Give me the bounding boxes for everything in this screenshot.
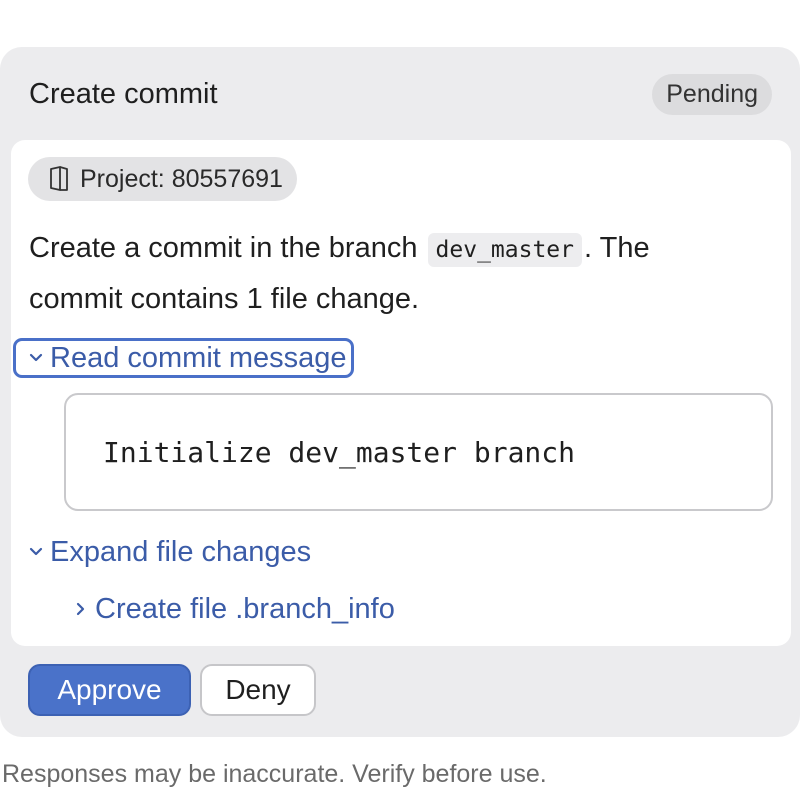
chevron-down-icon — [29, 547, 43, 556]
commit-message-box: Initialize dev_master branch — [64, 393, 773, 511]
status-badge: Pending — [652, 73, 772, 115]
chevron-right-icon — [76, 602, 85, 616]
details-panel: Project: 80557691 Create a commit in the… — [11, 140, 791, 646]
description-prefix: Create a commit in the branch — [29, 232, 418, 264]
description-suffix: . The — [584, 232, 650, 264]
book-icon — [50, 166, 68, 191]
chevron-down-icon — [29, 353, 43, 362]
card-title: Create commit — [29, 77, 218, 110]
read-commit-message-label: Read commit message — [50, 341, 347, 374]
file-change-label: Create file .branch_info — [95, 592, 395, 625]
deny-button[interactable]: Deny — [200, 664, 316, 716]
project-chip: Project: 80557691 — [28, 157, 297, 201]
approve-button[interactable]: Approve — [28, 664, 191, 716]
expand-file-changes-toggle[interactable]: Expand file changes — [28, 532, 311, 572]
disclaimer-text: Responses may be inaccurate. Verify befo… — [2, 760, 547, 788]
tool-approval-card: Create commit Pending Project: 80557691 … — [0, 47, 800, 737]
commit-description: Create a commit in the branch dev_master… — [29, 224, 779, 324]
description-line2: commit contains 1 file change. — [29, 283, 420, 315]
card-header: Create commit Pending — [29, 47, 772, 141]
project-chip-label: Project: 80557691 — [80, 164, 283, 193]
file-change-item[interactable]: Create file .branch_info — [73, 589, 395, 629]
read-commit-message-toggle[interactable]: Read commit message — [13, 338, 354, 378]
branch-name: dev_master — [427, 233, 583, 267]
commit-message-text: Initialize dev_master branch — [103, 435, 576, 469]
expand-file-changes-label: Expand file changes — [50, 535, 312, 568]
